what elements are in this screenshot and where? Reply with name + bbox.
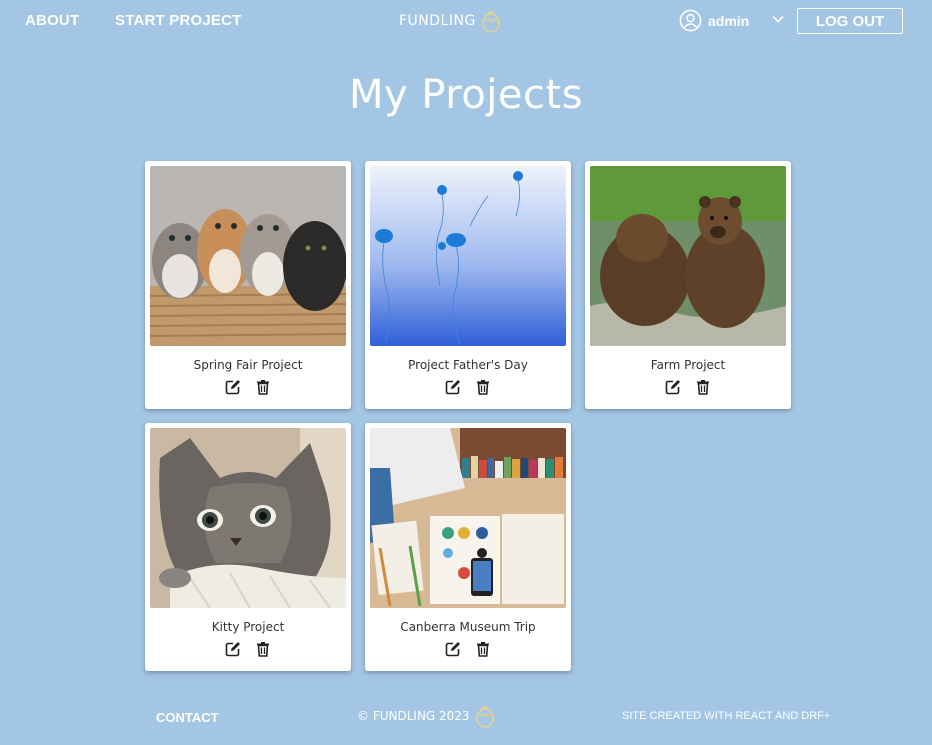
- project-card[interactable]: Project Father's Day: [365, 161, 571, 409]
- trash-icon[interactable]: [475, 641, 491, 657]
- edit-icon[interactable]: [445, 379, 461, 395]
- project-actions: [145, 641, 351, 657]
- trash-icon[interactable]: [695, 379, 711, 395]
- edit-icon[interactable]: [445, 641, 461, 657]
- user-menu[interactable]: admin: [679, 9, 749, 32]
- project-image-jellyfish: [370, 166, 566, 346]
- project-image-bears: [590, 166, 786, 346]
- project-card[interactable]: Farm Project: [585, 161, 791, 409]
- project-actions: [365, 379, 571, 395]
- edit-icon[interactable]: [225, 379, 241, 395]
- edit-icon[interactable]: [665, 379, 681, 395]
- project-actions: [365, 641, 571, 657]
- trash-icon[interactable]: [255, 641, 271, 657]
- footer-contact-link[interactable]: CONTACT: [156, 710, 219, 725]
- footer-credit: SITE CREATED WITH REACT AND DRF+: [622, 710, 831, 722]
- top-nav: ABOUT START PROJECT FUNDLING admin LOG O…: [0, 0, 932, 42]
- project-title: Canberra Museum Trip: [400, 620, 536, 634]
- logo-text: FUNDLING: [399, 13, 476, 29]
- edit-icon[interactable]: [225, 641, 241, 657]
- nav-start-project-link[interactable]: START PROJECT: [115, 12, 242, 29]
- chevron-down-icon[interactable]: [771, 12, 785, 26]
- user-name: admin: [708, 12, 750, 29]
- project-image-kittens: [150, 166, 346, 346]
- trash-icon[interactable]: [475, 379, 491, 395]
- egg-icon: [475, 706, 494, 728]
- project-actions: [585, 379, 791, 395]
- project-image-kitten: [150, 428, 346, 608]
- project-image-desk: [370, 428, 566, 608]
- project-title: Farm Project: [650, 358, 726, 372]
- user-circle-icon: [679, 9, 702, 32]
- project-card[interactable]: Spring Fair Project: [145, 161, 351, 409]
- nav-about-link[interactable]: ABOUT: [25, 12, 79, 29]
- project-actions: [145, 379, 351, 395]
- trash-icon[interactable]: [255, 379, 271, 395]
- footer-copyright: © FUNDLING 2023: [357, 703, 494, 729]
- project-card[interactable]: Kitty Project: [145, 423, 351, 671]
- footer-copyright-text: © FUNDLING 2023: [357, 709, 470, 723]
- page-title: My Projects: [348, 72, 584, 118]
- egg-icon: [482, 11, 500, 33]
- project-title: Project Father's Day: [408, 358, 528, 372]
- logout-button[interactable]: LOG OUT: [797, 8, 903, 34]
- project-title: Kitty Project: [211, 620, 285, 634]
- project-card[interactable]: Canberra Museum Trip: [365, 423, 571, 671]
- project-title: Spring Fair Project: [193, 358, 303, 372]
- logo[interactable]: FUNDLING: [399, 9, 500, 33]
